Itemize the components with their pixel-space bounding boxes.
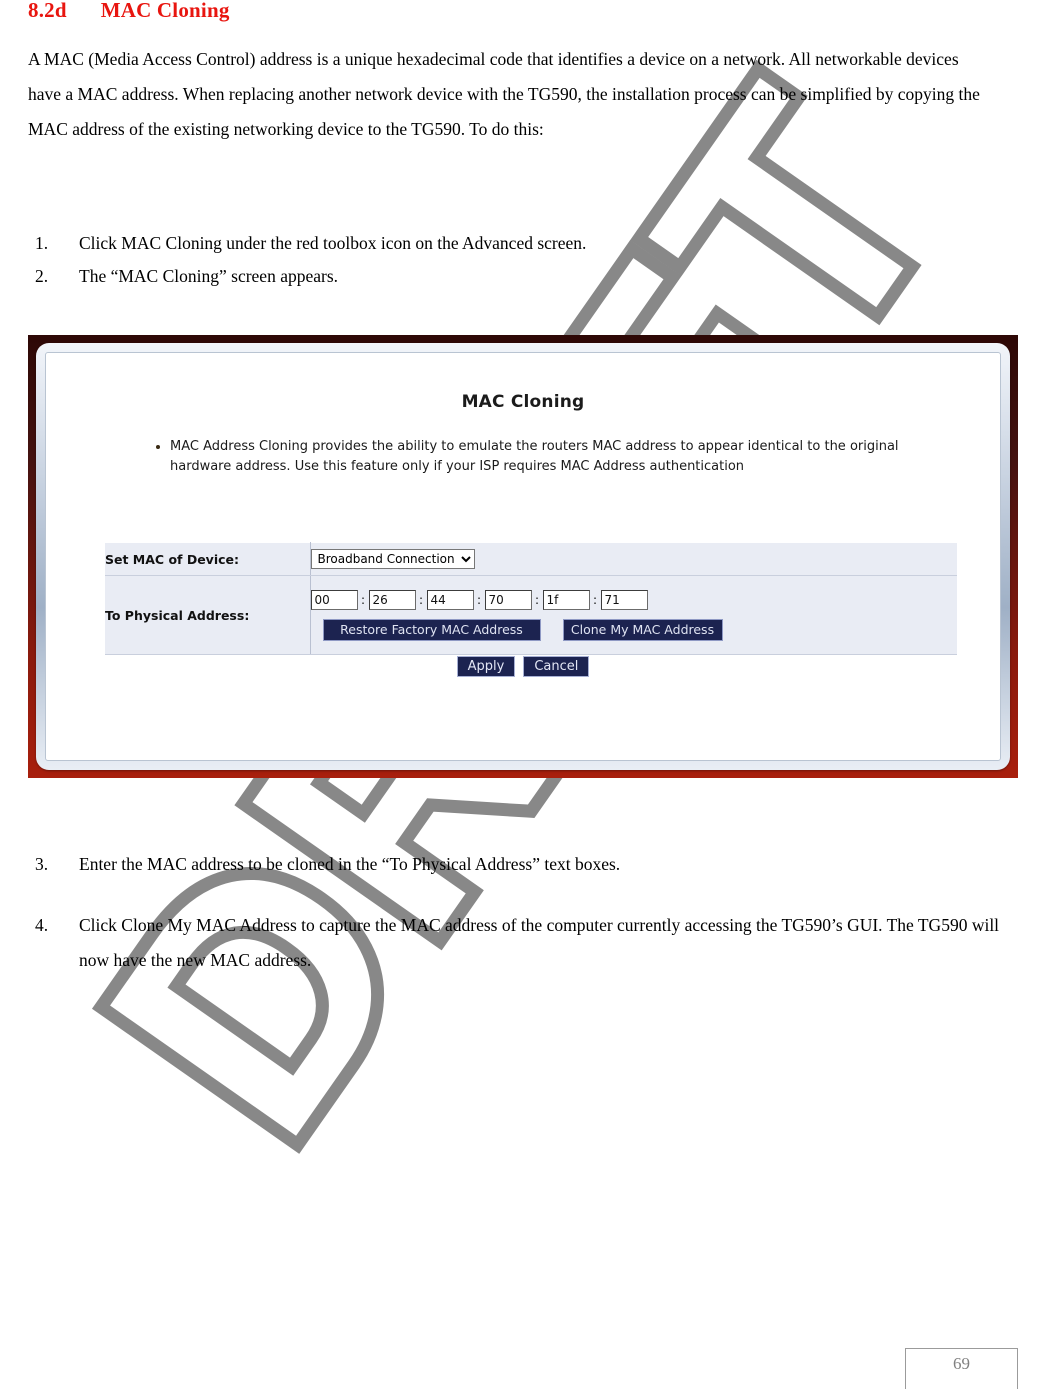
table-row: Set MAC of Device: Broadband Connection [105, 542, 957, 576]
mac-separator: : [418, 592, 424, 607]
list-marker: 3. [35, 854, 49, 874]
router-page-title: MAC Cloning [461, 392, 585, 412]
bullet-dot-icon [156, 445, 160, 449]
router-screenshot-figure: MAC Cloning MAC Address Cloning provides… [28, 335, 1018, 778]
intro-paragraph: A MAC (Media Access Control) address is … [28, 49, 980, 139]
mac-cloning-form-table: Set MAC of Device: Broadband Connection … [105, 542, 957, 655]
page-footer: 69 [905, 1348, 1018, 1389]
apply-button[interactable]: Apply [456, 656, 516, 677]
steps-list-top: 1. Click MAC Cloning under the red toolb… [28, 228, 988, 294]
mac-octet-input-1[interactable]: 00 [310, 589, 358, 610]
to-physical-address-label: To Physical Address: [105, 575, 311, 655]
mac-separator: : [360, 592, 366, 607]
list-item: 2. The “MAC Cloning” screen appears. [28, 261, 988, 291]
list-item-text: Click MAC Cloning under the red toolbox … [79, 233, 587, 253]
device-select[interactable]: Broadband Connection [310, 549, 475, 569]
mac-octet-input-2[interactable]: 26 [368, 589, 416, 610]
set-mac-of-device-cell: Broadband Connection [310, 542, 957, 576]
restore-factory-mac-address-button[interactable]: Restore Factory MAC Address [322, 618, 541, 641]
mac-separator: : [476, 592, 482, 607]
set-mac-of-device-label: Set MAC of Device: [105, 542, 311, 576]
mac-action-buttons: Restore Factory MAC Address Clone My MAC… [311, 618, 958, 641]
mac-octet-input-6[interactable]: 71 [600, 589, 648, 610]
list-item-text: The “MAC Cloning” screen appears. [79, 266, 339, 286]
mac-octet-input-5[interactable]: 1f [542, 589, 590, 610]
page-number: 69 [953, 1354, 970, 1373]
mac-octet-inputs: 00 : 26 : 44 : 70 : 1f : 71 [310, 589, 958, 610]
list-item-text: Click Clone My MAC Address to capture th… [79, 915, 1000, 970]
screenshot-bezel: MAC Cloning MAC Address Cloning provides… [36, 343, 1010, 770]
list-item-text: Enter the MAC address to be cloned in th… [79, 854, 621, 874]
mac-separator: : [592, 592, 598, 607]
list-marker: 1. [35, 233, 49, 253]
section-number: 8.2d [28, 0, 67, 22]
section-title: MAC Cloning [100, 0, 230, 22]
mac-separator: : [534, 592, 540, 607]
mac-octet-input-4[interactable]: 70 [484, 589, 532, 610]
list-marker: 4. [35, 915, 49, 935]
list-item: 3. Enter the MAC address to be cloned in… [28, 847, 1018, 882]
router-description-list: MAC Address Cloning provides the ability… [46, 437, 1000, 477]
list-item: 1. Click MAC Cloning under the red toolb… [28, 228, 988, 258]
list-item-text: MAC Address Cloning provides the ability… [170, 439, 899, 474]
clone-my-mac-address-button[interactable]: Clone My MAC Address [562, 618, 723, 641]
list-marker: 2. [35, 266, 49, 286]
page-title: 8.2d MAC Cloning [28, 0, 230, 23]
table-row: To Physical Address: 00 : 26 : 44 : 70:… [105, 575, 958, 655]
to-physical-address-cell: 00 : 26 : 44 : 70 : 1f : 71 Restore Fact… [310, 575, 958, 655]
list-item: MAC Address Cloning provides the ability… [156, 437, 940, 477]
router-admin-page: MAC Cloning MAC Address Cloning provides… [45, 352, 1001, 761]
form-action-buttons: Apply Cancel [46, 656, 1000, 677]
list-item: 4. Click Clone My MAC Address to capture… [28, 908, 1018, 978]
mac-octet-input-3[interactable]: 44 [426, 589, 474, 610]
cancel-button[interactable]: Cancel [523, 656, 590, 677]
steps-list-bottom: 3. Enter the MAC address to be cloned in… [28, 847, 1018, 1004]
